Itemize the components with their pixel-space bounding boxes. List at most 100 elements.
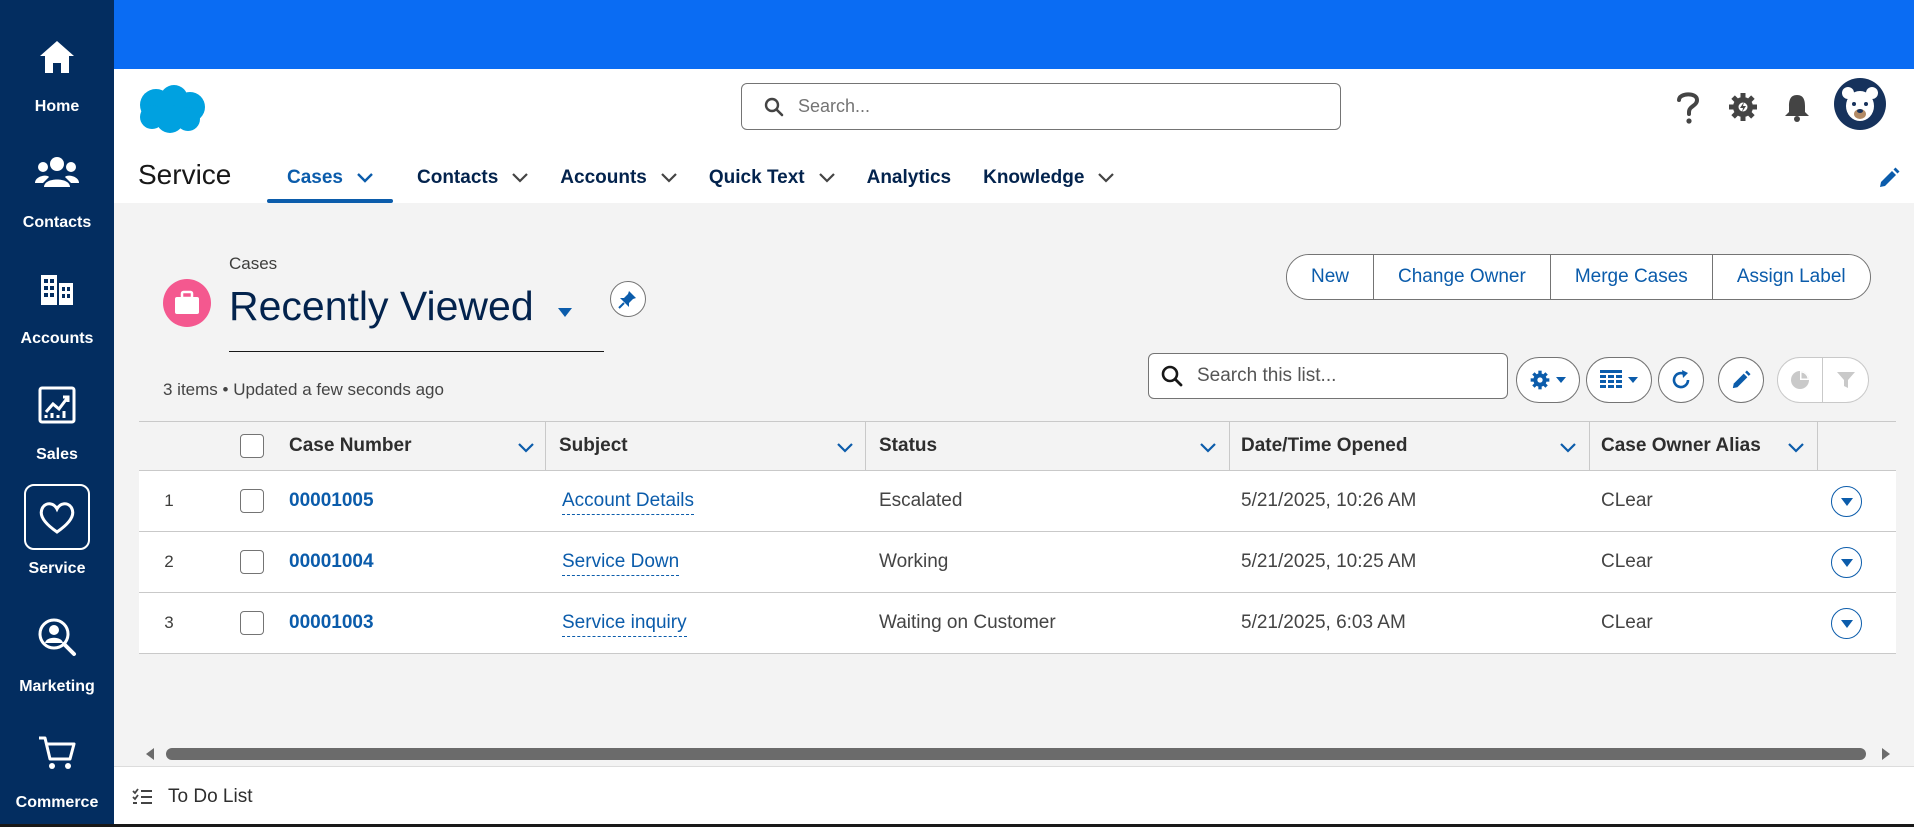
row-number: 3 <box>164 613 174 632</box>
subject-link[interactable]: Account Details <box>562 488 695 515</box>
rail-item-label: Service <box>28 560 86 577</box>
scroll-left-arrow-icon[interactable] <box>143 747 157 761</box>
select-all-checkbox[interactable] <box>240 434 264 458</box>
rail-item-label: Sales <box>36 446 78 463</box>
rail-item-service[interactable]: Service <box>0 464 114 580</box>
column-header-case-number[interactable]: Case Number <box>289 422 412 470</box>
scrollbar-thumb[interactable] <box>166 748 1866 760</box>
cases-table: Case Number Subject Status Date/Time Ope… <box>139 421 1896 654</box>
global-search-box[interactable] <box>741 83 1341 130</box>
rail-item-commerce[interactable]: Commerce <box>0 696 114 812</box>
list-view-selector[interactable]: Recently Viewed <box>229 283 572 330</box>
case-number-link[interactable]: 00001005 <box>289 490 374 512</box>
table-icon <box>1600 370 1622 388</box>
rail-item-accounts[interactable]: Accounts <box>0 232 114 348</box>
assign-label-button[interactable]: Assign Label <box>1712 255 1870 299</box>
chevron-down-icon[interactable] <box>818 173 835 183</box>
help-icon[interactable] <box>1668 87 1708 127</box>
pin-icon <box>618 291 636 309</box>
nav-tab-cases[interactable]: Cases <box>267 153 393 203</box>
filter-icon[interactable] <box>1823 358 1868 402</box>
global-search-input[interactable] <box>798 96 1298 117</box>
inline-edit-button[interactable] <box>1718 357 1764 403</box>
chevron-down-icon[interactable] <box>834 437 856 459</box>
date-opened-cell: 5/21/2025, 10:25 AM <box>1241 551 1417 572</box>
row-actions-button[interactable] <box>1831 547 1862 578</box>
chevron-down-icon[interactable] <box>1098 173 1115 183</box>
rail-item-marketing[interactable]: Marketing <box>0 580 114 696</box>
table-row[interactable]: 3 00001003 Service inquiry Waiting on Cu… <box>139 593 1896 654</box>
table-row[interactable]: 2 00001004 Service Down Working 5/21/202… <box>139 532 1896 593</box>
search-icon <box>764 97 784 116</box>
rail-item-label: Contacts <box>22 214 92 231</box>
chevron-down-icon[interactable] <box>1785 437 1807 459</box>
rail-item-sales[interactable]: Sales <box>0 348 114 464</box>
caret-down-icon <box>1628 377 1638 383</box>
pin-list-view-button[interactable] <box>610 281 646 317</box>
list-view-controls-button[interactable] <box>1516 357 1580 403</box>
nav-tab-accounts[interactable]: Accounts <box>554 153 683 203</box>
row-actions-button[interactable] <box>1831 608 1862 639</box>
column-header-date-opened[interactable]: Date/Time Opened <box>1241 422 1407 470</box>
list-search-box[interactable] <box>1148 353 1508 399</box>
merge-cases-button[interactable]: Merge Cases <box>1550 255 1713 299</box>
rail-item-contacts[interactable]: Contacts <box>0 116 114 232</box>
chevron-down-icon[interactable] <box>515 437 537 459</box>
edit-nav-pencil-icon[interactable] <box>1874 163 1904 193</box>
chart-icon[interactable] <box>1778 358 1824 402</box>
case-number-link[interactable]: 00001003 <box>289 612 374 634</box>
row-checkbox[interactable] <box>240 489 264 513</box>
column-divider <box>865 422 866 472</box>
nav-tab-knowledge[interactable]: Knowledge <box>977 153 1120 203</box>
rail-item-home[interactable]: Home <box>0 0 114 116</box>
new-button[interactable]: New <box>1287 255 1375 299</box>
refresh-button[interactable] <box>1658 357 1704 403</box>
horizontal-scrollbar[interactable] <box>139 743 1896 765</box>
column-divider <box>1817 422 1818 472</box>
list-search-input[interactable] <box>1197 365 1497 387</box>
chevron-down-icon[interactable] <box>661 173 677 183</box>
row-checkbox-cell <box>240 471 264 531</box>
gear-icon[interactable] <box>1723 87 1763 127</box>
top-banner <box>114 0 1914 69</box>
title-underline <box>229 351 604 352</box>
rail-item-label: Commerce <box>15 794 99 811</box>
table-row[interactable]: 1 00001005 Account Details Escalated 5/2… <box>139 471 1896 532</box>
chevron-down-icon[interactable] <box>512 173 529 183</box>
caret-down-icon <box>1840 497 1853 506</box>
subject-link[interactable]: Service inquiry <box>562 610 687 637</box>
salesforce-cloud-logo[interactable] <box>134 83 208 135</box>
user-avatar[interactable] <box>1834 78 1886 130</box>
column-header-status[interactable]: Status <box>879 422 937 470</box>
pencil-icon <box>1732 370 1751 389</box>
list-view-title: Recently Viewed <box>229 283 534 329</box>
row-actions-button[interactable] <box>1831 486 1862 517</box>
nav-tab-contacts[interactable]: Contacts <box>411 153 534 203</box>
case-number-link[interactable]: 00001004 <box>289 551 374 573</box>
row-checkbox[interactable] <box>240 611 264 635</box>
app-rail: Home Contacts Accounts Sales Service Mar… <box>0 0 114 827</box>
nav-tab-analytics[interactable]: Analytics <box>861 153 957 203</box>
display-as-button[interactable] <box>1586 357 1652 403</box>
scroll-right-arrow-icon[interactable] <box>1879 747 1893 761</box>
caret-down-icon[interactable] <box>557 308 572 317</box>
home-icon <box>28 28 86 86</box>
column-divider <box>1589 422 1590 472</box>
row-checkbox-cell <box>240 593 264 653</box>
to-do-list-item[interactable]: To Do List <box>132 767 252 826</box>
nav-tab-quick-text[interactable]: Quick Text <box>703 153 841 203</box>
contacts-icon <box>28 144 86 202</box>
row-checkbox[interactable] <box>240 550 264 574</box>
change-owner-button[interactable]: Change Owner <box>1374 255 1551 299</box>
column-header-subject[interactable]: Subject <box>559 422 628 470</box>
marketing-icon <box>28 608 86 666</box>
chevron-down-icon[interactable] <box>1557 437 1579 459</box>
select-all-checkbox-cell <box>240 422 264 470</box>
column-header-owner-alias[interactable]: Case Owner Alias <box>1601 422 1761 470</box>
subject-link[interactable]: Service Down <box>562 549 680 576</box>
chevron-down-icon[interactable] <box>357 173 373 183</box>
bell-icon[interactable] <box>1777 87 1817 127</box>
search-icon <box>1161 365 1183 387</box>
chevron-down-icon[interactable] <box>1197 437 1219 459</box>
rail-item-label: Marketing <box>19 678 95 695</box>
